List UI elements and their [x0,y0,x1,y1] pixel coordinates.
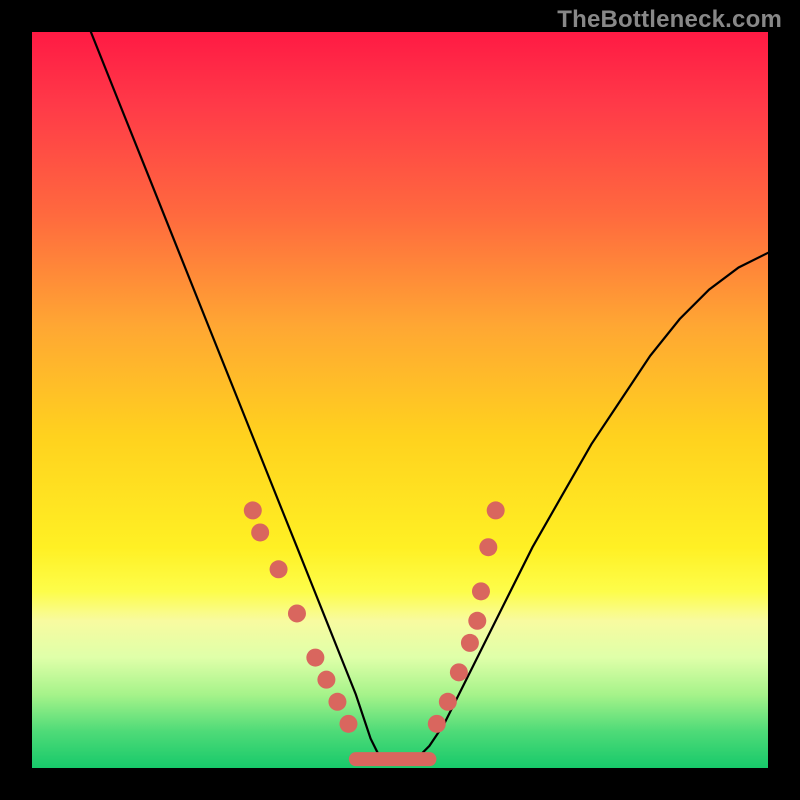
data-marker [251,523,269,541]
plot-area [32,32,768,768]
chart-stage: TheBottleneck.com [0,0,800,800]
markers-right [428,501,505,732]
data-marker [479,538,497,556]
data-marker [306,649,324,667]
bottleneck-curve [91,32,768,764]
watermark-text: TheBottleneck.com [557,6,782,34]
data-marker [339,715,357,733]
data-marker [468,612,486,630]
data-marker [270,560,288,578]
data-marker [461,634,479,652]
data-marker [439,693,457,711]
markers-left [244,501,358,732]
data-marker [328,693,346,711]
data-marker [487,501,505,519]
data-marker [472,582,490,600]
data-marker [288,604,306,622]
chart-svg [32,32,768,768]
data-marker [450,663,468,681]
data-marker [317,671,335,689]
data-marker [428,715,446,733]
data-marker [244,501,262,519]
